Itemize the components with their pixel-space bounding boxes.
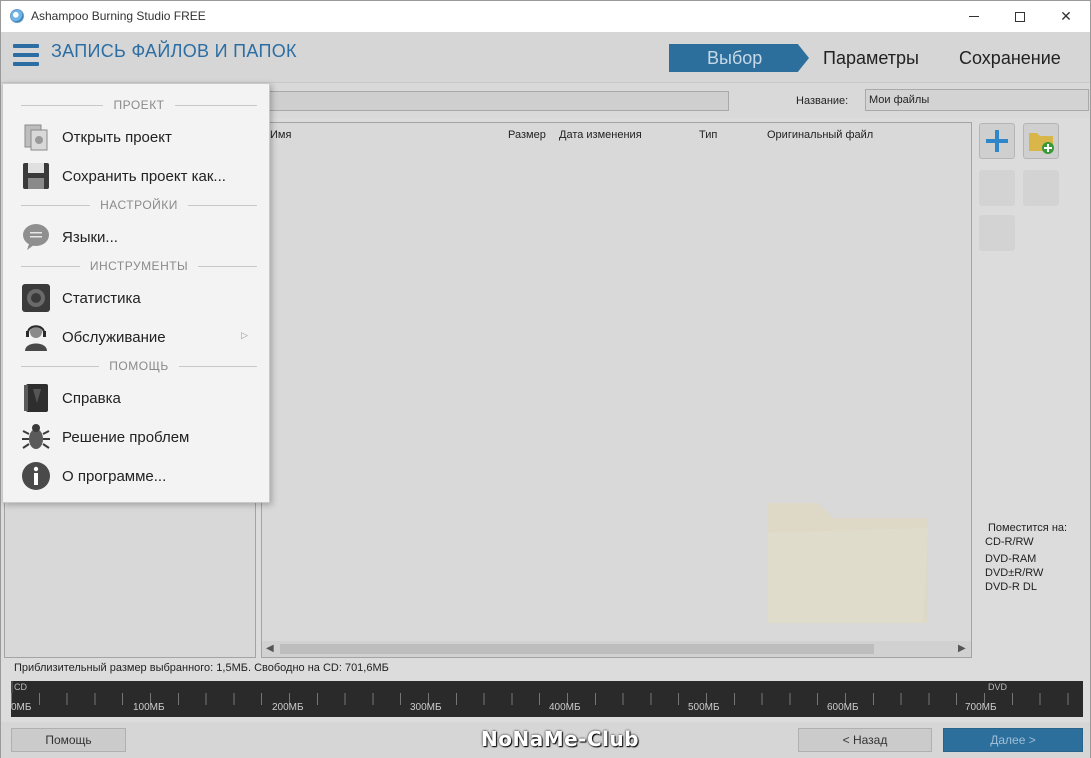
fits-item-dvdrw: DVD±R/RW <box>985 567 1044 579</box>
menu-item-label: О программе... <box>62 468 167 485</box>
menu-section-project: ПРОЕКТ <box>21 98 257 112</box>
menu-item-about[interactable]: О программе... <box>3 458 269 494</box>
add-files-button[interactable] <box>979 123 1015 159</box>
size-status-text: Приблизительный размер выбранного: 1,5МБ… <box>14 662 389 674</box>
capacity-scale-label: 600МБ <box>827 702 859 713</box>
step-parameters: Параметры <box>823 48 919 68</box>
app-window: Ashampoo Burning Studio FREE ✕ ЗАПИСЬ ФА… <box>0 0 1091 758</box>
capacity-ticks <box>11 693 1083 705</box>
capacity-bar: CD DVD 0МБ 100МБ 200МБ 300МБ 400МБ 500МБ… <box>11 681 1083 717</box>
step-select: Выбор <box>669 44 809 72</box>
menu-item-save-project[interactable]: Сохранить проект как... <box>3 158 269 194</box>
menu-section-label: ПРОЕКТ <box>113 98 165 112</box>
bug-icon <box>22 424 50 449</box>
menu-item-label: Открыть проект <box>62 129 172 146</box>
column-header-type[interactable]: Тип <box>699 129 717 141</box>
title-bar: Ashampoo Burning Studio FREE ✕ <box>1 1 1090 32</box>
menu-section-label: НАСТРОЙКИ <box>100 198 178 212</box>
new-folder-icon <box>1029 133 1054 154</box>
column-header-modified[interactable]: Дата изменения <box>559 129 642 141</box>
menu-item-open-project[interactable]: Открыть проект <box>3 119 269 155</box>
menu-section-tools: ИНСТРУМЕНТЫ <box>21 259 257 273</box>
save-disk-icon <box>23 163 49 189</box>
horizontal-scrollbar[interactable]: ◀ ▶ <box>262 641 971 657</box>
capacity-dvd-label: DVD <box>988 682 1008 692</box>
close-button[interactable]: ✕ <box>1043 1 1089 32</box>
footer-bar: Помощь NoNaMe-Club < Назад Далее > <box>1 722 1090 758</box>
menu-item-troubleshoot[interactable]: Решение проблем <box>3 419 269 455</box>
menu-section-help: ПОМОЩЬ <box>21 359 258 373</box>
window-title: Ashampoo Burning Studio FREE <box>31 9 206 23</box>
menu-item-label: Сохранить проект как... <box>62 168 226 185</box>
capacity-scale-label: 0МБ <box>11 702 32 713</box>
capacity-cd-label: CD <box>14 682 27 692</box>
scroll-left-icon[interactable]: ◀ <box>266 643 274 654</box>
menu-item-label: Языки... <box>62 229 118 246</box>
capacity-scale-label: 300МБ <box>410 702 442 713</box>
menu-item-statistics[interactable]: Статистика <box>3 280 269 316</box>
menu-item-label: Обслуживание <box>62 329 166 346</box>
path-field[interactable] <box>263 91 729 111</box>
column-header-size[interactable]: Размер <box>508 129 546 141</box>
menu-item-label: Решение проблем <box>62 429 190 446</box>
page-title: ЗАПИСЬ ФАЙЛОВ И ПАПОК <box>51 41 297 61</box>
menu-section-label: ПОМОЩЬ <box>109 359 169 373</box>
support-headset-icon <box>25 325 47 351</box>
scrollbar-thumb[interactable] <box>280 644 874 654</box>
add-folder-button[interactable] <box>1023 123 1059 159</box>
maximize-icon <box>1015 11 1025 22</box>
app-logo-icon <box>10 9 24 23</box>
app-header: ЗАПИСЬ ФАЙЛОВ И ПАПОК Выбор Параметры Со… <box>1 32 1090 82</box>
capacity-scale-label: 700МБ <box>965 702 997 713</box>
fits-item-cdrw: CD-R/RW <box>985 536 1034 548</box>
capacity-scale-label: 100МБ <box>133 702 165 713</box>
fits-item-dvdrdl: DVD-R DL <box>985 581 1037 593</box>
back-button[interactable]: < Назад <box>798 728 932 752</box>
watermark-text: NoNaMe-Club <box>481 727 640 751</box>
menu-hamburger-icon[interactable] <box>13 44 39 66</box>
capacity-fill <box>11 681 14 693</box>
close-icon: ✕ <box>1060 8 1072 24</box>
column-header-original[interactable]: Оригинальный файл <box>767 129 873 141</box>
info-icon <box>22 462 50 490</box>
maximize-button[interactable] <box>997 1 1043 32</box>
menu-item-languages[interactable]: Языки... <box>3 219 269 255</box>
delete-button[interactable] <box>979 170 1015 206</box>
step-save: Сохранение <box>959 48 1061 68</box>
capacity-scale-label: 200МБ <box>272 702 304 713</box>
column-header-name[interactable]: Имя <box>270 129 291 141</box>
plus-icon <box>986 130 1008 152</box>
capacity-scale-label: 400МБ <box>549 702 581 713</box>
folder-watermark-icon <box>768 503 928 623</box>
fits-on-label: Поместится на: <box>988 522 1068 534</box>
menu-item-label: Справка <box>62 390 121 407</box>
minimize-icon <box>969 16 979 17</box>
menu-section-settings: НАСТРОЙКИ <box>21 198 258 212</box>
fits-item-dvdram: DVD-RAM <box>985 553 1037 565</box>
file-list-panel[interactable]: Имя Размер Дата изменения Тип Оригинальн… <box>261 122 972 658</box>
help-book-icon <box>24 384 48 412</box>
menu-item-maintenance[interactable]: Обслуживание ▷ <box>3 319 269 355</box>
next-button[interactable]: Далее > <box>943 728 1083 752</box>
scroll-right-icon[interactable]: ▶ <box>958 643 966 654</box>
menu-item-label: Статистика <box>62 290 141 307</box>
help-button[interactable]: Помощь <box>11 728 126 752</box>
main-menu-dropdown: ПРОЕКТ Открыть проект Сохранить проект к… <box>2 83 270 503</box>
menu-section-label: ИНСТРУМЕНТЫ <box>89 259 189 273</box>
copy-button[interactable] <box>1023 170 1059 206</box>
submenu-arrow-icon: ▷ <box>241 330 248 340</box>
menu-item-help[interactable]: Справка <box>3 380 269 416</box>
speech-bubble-icon <box>23 224 49 250</box>
name-input[interactable]: Мои файлы <box>865 89 1089 111</box>
properties-button[interactable] <box>979 215 1015 251</box>
statistics-icon <box>22 284 50 312</box>
minimize-button[interactable] <box>951 1 997 32</box>
name-label: Название: <box>796 95 849 107</box>
capacity-scale-label: 500МБ <box>688 702 720 713</box>
open-project-icon <box>24 124 48 151</box>
